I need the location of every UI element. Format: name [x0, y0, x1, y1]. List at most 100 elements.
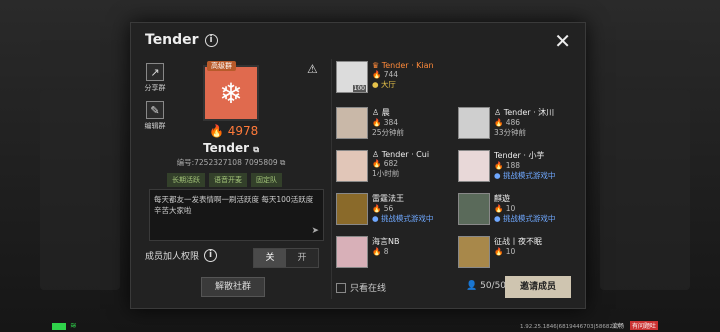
member-score-text: 56	[383, 204, 394, 213]
member-name-text: Tender · Cui	[381, 150, 430, 159]
left-toolbar: ↗ 分享群 ✎ 编辑群	[143, 63, 167, 139]
member-score: 🔥 744	[372, 70, 399, 79]
member-card[interactable]: Tender · 小芋 🔥 188 ● 挑战模式游戏中	[458, 150, 576, 188]
member-score-text: 188	[505, 161, 521, 170]
member-name: 海言NB	[372, 237, 400, 246]
club-tag: 语音开麦	[209, 173, 247, 187]
bg-card	[600, 40, 690, 70]
share-label: 分享群	[144, 84, 166, 92]
member-count-text: 50/50	[480, 281, 507, 291]
avatar	[336, 236, 368, 268]
bg-card	[600, 90, 690, 290]
send-icon[interactable]: ➤	[311, 226, 319, 237]
member-status-text: 挑战模式游戏中	[380, 214, 434, 223]
member-name: 雷霆法王	[372, 194, 404, 203]
member-status: ● 大厅	[372, 80, 396, 89]
rank-icon: ♙	[372, 108, 380, 117]
close-icon[interactable]: ✕	[554, 29, 571, 53]
permission-toggle[interactable]: 关 开	[253, 248, 319, 268]
club-id-text: 编号:7252327108 7095809	[176, 158, 278, 167]
member-status: ● 挑战模式游戏中	[494, 171, 556, 180]
permission-info-icon[interactable]: i	[204, 249, 218, 262]
invite-button[interactable]: 邀请成员	[505, 276, 571, 298]
dialog-title: Tender	[145, 32, 199, 48]
toggle-on-option[interactable]: 开	[286, 249, 318, 267]
member-card[interactable]: 雷霆法王 🔥 56 ● 挑战模式游戏中	[336, 193, 454, 231]
warning-icon[interactable]: ⚠	[307, 62, 318, 76]
rank-icon: ♙	[494, 108, 502, 117]
club-tag: 长期活跃	[167, 173, 205, 187]
fire-icon: 🔥	[209, 124, 224, 138]
edit-icon: ✎	[146, 101, 164, 119]
club-emblem-icon: ❄	[203, 65, 259, 121]
member-card[interactable]: ♙ Tender · Cui 🔥 682 1小时前	[336, 150, 454, 188]
member-card[interactable]: ♙ 晨 🔥 384 25分钟前	[336, 107, 454, 145]
avatar	[458, 107, 490, 139]
member-score: 🔥 384	[372, 118, 399, 127]
permission-row: 成员加人权限 i	[145, 249, 218, 262]
member-status: ● 挑战模式游戏中	[372, 214, 434, 223]
edit-button[interactable]: ✎ 编辑群	[143, 101, 167, 131]
person-icon: 👤	[466, 281, 478, 291]
member-score-text: 486	[505, 118, 521, 127]
member-name-text: 晨	[381, 108, 390, 117]
member-status-text: 挑战模式游戏中	[502, 214, 556, 223]
member-score-text: 10	[505, 247, 516, 256]
member-score: 🔥 56	[372, 204, 394, 213]
toggle-off-option[interactable]: 关	[254, 249, 286, 267]
club-tag: 固定队	[251, 173, 282, 187]
member-score: 🔥 682	[372, 159, 399, 168]
member-status-text: 大厅	[380, 80, 396, 89]
club-level-badge: 高级群	[207, 61, 236, 71]
member-score: 🔥 486	[494, 118, 521, 127]
member-name: Tender · 小芋	[494, 151, 545, 160]
copy-icon[interactable]: ⧉	[253, 145, 259, 154]
bg-card	[40, 90, 120, 290]
member-card[interactable]: 海言NB 🔥 8	[336, 236, 454, 274]
member-card[interactable]: ♙ Tender · 沐川 🔥 486 33分钟前	[458, 107, 576, 145]
club-score: 🔥 4978	[209, 124, 258, 138]
member-name: ♙ 晨	[372, 107, 404, 118]
member-score-text: 8	[383, 247, 389, 256]
club-tags: 长期活跃 语音开麦 固定队	[167, 173, 282, 187]
avatar: 100	[336, 61, 368, 93]
member-score-text: 384	[383, 118, 399, 127]
member-status-text: 挑战模式游戏中	[502, 171, 556, 180]
online-filter[interactable]: 只看在线	[336, 281, 386, 294]
club-dialog: Tender i ✕ ↗ 分享群 ✎ 编辑群 ⚠ 高级群 ❄ 🔥 4978 Te…	[130, 22, 586, 309]
disband-button[interactable]: 解散社群	[201, 277, 265, 297]
member-score: 🔥 8	[372, 247, 389, 256]
share-button[interactable]: ↗ 分享群	[143, 63, 167, 93]
version-text: 1.92.25.1846|6819446703|5868217	[520, 324, 620, 330]
flow-text: 流畅	[612, 323, 625, 330]
member-status-text: 33分钟前	[494, 128, 527, 137]
divider	[331, 59, 332, 299]
info-icon[interactable]: i	[204, 33, 218, 47]
member-card[interactable]: 100 ♛ Tender · Kian 🔥 744 ● 大厅	[336, 61, 454, 99]
avatar	[336, 107, 368, 139]
report-button[interactable]: 有问题吐	[630, 321, 659, 330]
member-card[interactable]: 麒遊 🔥 10 ● 挑战模式游戏中	[458, 193, 576, 231]
avatar	[458, 193, 490, 225]
avatar	[336, 150, 368, 182]
bg-card	[40, 40, 120, 70]
member-name: ♛ Tender · Kian	[372, 61, 434, 70]
online-checkbox[interactable]	[336, 282, 346, 293]
copy-id-icon[interactable]: ⧉	[280, 158, 285, 167]
rank-icon: ♙	[372, 150, 380, 159]
member-card[interactable]: 征战丨夜不眠 🔥 10	[458, 236, 576, 274]
avatar	[458, 236, 490, 268]
club-description[interactable]: 每天都友一发表情啊一刷活跃度 每天100活跃度 辛苦大家啦 ➤	[149, 189, 324, 241]
club-id: 编号:7252327108 7095809 ⧉	[131, 157, 331, 168]
member-name: 麒遊	[494, 194, 510, 203]
member-level: 100	[352, 85, 366, 92]
member-status-text: 1小时前	[372, 169, 400, 178]
member-name-text: Tender · Kian	[381, 61, 434, 70]
member-score-text: 682	[383, 159, 399, 168]
avatar	[336, 193, 368, 225]
status-bar: ≋ 1.92.25.1846|6819446703|5868217 流畅 有问题…	[0, 318, 720, 332]
member-status-text: 25分钟前	[372, 128, 405, 137]
club-emblem-wrap: 高级群 ❄	[203, 61, 259, 121]
member-score: 🔥 10	[494, 247, 516, 256]
share-icon: ↗	[146, 63, 164, 81]
